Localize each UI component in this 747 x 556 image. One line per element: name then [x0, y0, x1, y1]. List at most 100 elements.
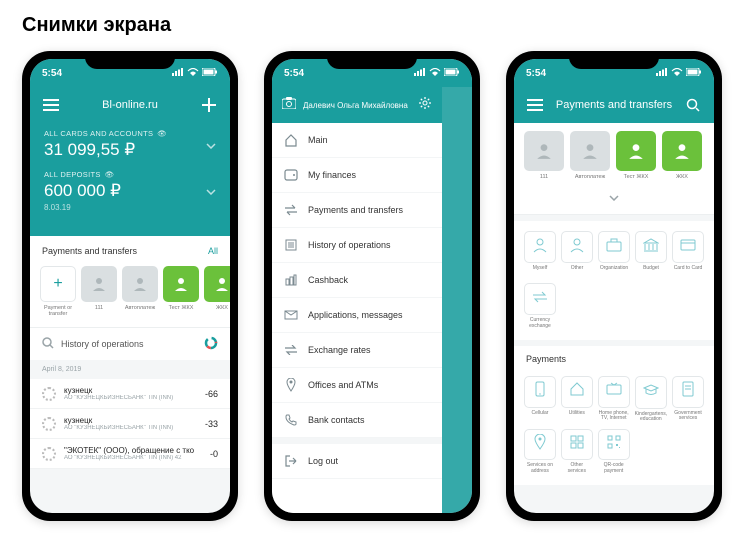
tile-add[interactable]: +Payment or transfer — [40, 266, 76, 317]
spinner-icon — [42, 387, 56, 401]
cards-amount: 31 099,55 ₽ — [44, 140, 216, 160]
date-label: April 8, 2019 — [30, 360, 230, 379]
screen-1: 5:54 Bl-online.ru ALL CARDS AND ACCOUNTS… — [30, 59, 230, 513]
cap-icon — [643, 383, 659, 401]
camera-icon[interactable] — [282, 96, 296, 114]
operation-row[interactable]: "ЭКОТЕК" (ООО), обращение с ткоАО "КУЗНЕ… — [30, 439, 230, 469]
doc-icon — [682, 381, 694, 402]
deposits-sub: 8.03.19 — [44, 203, 216, 212]
expand-toggle[interactable] — [514, 184, 714, 215]
wifi-icon — [671, 68, 683, 79]
bank-icon — [643, 238, 659, 257]
cell-homephone[interactable]: Home phone, TV, Internet — [598, 376, 630, 424]
menu-applications[interactable]: Applications, messages — [272, 298, 442, 333]
menu-logout[interactable]: Log out — [272, 444, 442, 479]
chart-ring-icon[interactable] — [204, 336, 218, 352]
tile-jkh[interactable]: ЖКХ — [204, 266, 230, 317]
menu-icon[interactable] — [526, 96, 544, 114]
operation-row[interactable]: кузнецкАО "КУЗНЕЦКБИЗНЕСБАНК" TIN (INN)-… — [30, 409, 230, 439]
cell-card2card[interactable]: Card to Card — [672, 231, 704, 278]
battery-icon — [686, 68, 702, 79]
app-header: Payments and transfers — [514, 87, 714, 123]
tile-autopay[interactable]: Автоплатеж — [122, 266, 158, 317]
pt-section-title: Payments and transfers — [42, 246, 137, 256]
tile-test[interactable]: Тест ЖКХ — [163, 266, 199, 317]
cell-services-address[interactable]: Services on address — [524, 429, 556, 476]
tile-111[interactable]: 111 — [524, 131, 564, 180]
header-title: Payments and transfers — [544, 99, 684, 111]
tile-jkh[interactable]: ЖКХ — [662, 131, 702, 180]
person-icon — [163, 266, 199, 302]
mail-icon — [284, 308, 298, 322]
cards-block[interactable]: ALL CARDS AND ACCOUNTS 👁 31 099,55 ₽ — [44, 129, 216, 160]
phone-1: 5:54 Bl-online.ru ALL CARDS AND ACCOUNTS… — [22, 51, 238, 521]
payments-grid: Cellular Utilities Home phone, TV, Inter… — [514, 366, 714, 485]
cell-government[interactable]: Government services — [672, 376, 704, 424]
balance-panel: ALL CARDS AND ACCOUNTS 👁 31 099,55 ₽ ALL… — [30, 123, 230, 236]
cell-organization[interactable]: Organization — [598, 231, 630, 278]
spinner-icon — [42, 417, 56, 431]
status-icons — [656, 68, 702, 79]
home-icon — [569, 382, 585, 401]
cell-budget[interactable]: Budget — [635, 231, 667, 278]
menu-finances[interactable]: My finances — [272, 158, 442, 193]
search-icon[interactable] — [684, 96, 702, 114]
exchange-icon — [284, 343, 298, 357]
eye-icon: 👁 — [105, 170, 115, 179]
header-title: Bl-online.ru — [60, 99, 200, 111]
phone-row: 5:54 Bl-online.ru ALL CARDS AND ACCOUNTS… — [22, 51, 725, 521]
menu-icon[interactable] — [42, 96, 60, 114]
tile-autopay[interactable]: Автоплатеж — [570, 131, 610, 180]
status-icons — [414, 68, 460, 79]
spinner-icon — [42, 447, 56, 461]
all-link[interactable]: All — [208, 246, 218, 256]
clock: 5:54 — [284, 68, 304, 79]
operation-row[interactable]: кузнецкАО "КУЗНЕЦКБИЗНЕСБАНК" TIN (INN)-… — [30, 379, 230, 409]
cards-label: ALL CARDS AND ACCOUNTS 👁 — [44, 129, 216, 138]
menu-cashback[interactable]: Cashback — [272, 263, 442, 298]
cell-other-services[interactable]: Other services — [561, 429, 593, 476]
phone-icon — [284, 413, 298, 427]
history-bar[interactable]: History of operations — [30, 327, 230, 360]
menu-main[interactable]: Main — [272, 123, 442, 158]
cell-cellular[interactable]: Cellular — [524, 376, 556, 424]
home-icon — [284, 133, 298, 147]
tile-test[interactable]: Тест ЖКХ — [616, 131, 656, 180]
settings-icon[interactable] — [418, 96, 432, 115]
drawer-overlay: Далевич Ольга Михайловна Main My finance… — [272, 87, 472, 513]
signal-icon — [656, 68, 668, 79]
wifi-icon — [187, 68, 199, 79]
cell-other[interactable]: Other — [561, 231, 593, 278]
menu-history[interactable]: History of operations — [272, 228, 442, 263]
menu-rates[interactable]: Exchange rates — [272, 333, 442, 368]
list-icon — [284, 238, 298, 252]
notch — [327, 51, 417, 69]
cell-qr[interactable]: QR-code payment — [598, 429, 630, 476]
menu-offices[interactable]: Offices and ATMs — [272, 368, 442, 403]
card-icon — [680, 238, 696, 256]
cell-currency[interactable]: Currency exchange — [524, 283, 556, 330]
cell-utilities[interactable]: Utilities — [561, 376, 593, 424]
deposits-label: ALL DEPOSITS 👁 — [44, 170, 216, 179]
signal-icon — [414, 68, 426, 79]
person-icon — [204, 266, 230, 302]
eye-icon: 👁 — [157, 129, 167, 138]
drawer-backdrop[interactable] — [442, 87, 472, 513]
tile-111[interactable]: 111 — [81, 266, 117, 317]
mobile-icon — [535, 381, 545, 402]
menu-contacts[interactable]: Bank contacts — [272, 403, 442, 438]
menu-payments[interactable]: Payments and transfers — [272, 193, 442, 228]
wallet-icon — [284, 168, 298, 182]
deposits-block[interactable]: ALL DEPOSITS 👁 600 000 ₽ 8.03.19 — [44, 170, 216, 212]
status-icons — [172, 68, 218, 79]
transfer-icon — [284, 203, 298, 217]
cell-education[interactable]: Kindergartens, education — [635, 376, 668, 424]
cell-myself[interactable]: Myself — [524, 231, 556, 278]
add-icon[interactable] — [200, 96, 218, 114]
clock: 5:54 — [526, 68, 546, 79]
notch — [569, 51, 659, 69]
payments-title: Payments — [514, 346, 714, 366]
person-icon — [532, 237, 548, 258]
tv-icon — [606, 382, 622, 401]
drawer-header: Далевич Ольга Михайловна — [272, 87, 442, 123]
